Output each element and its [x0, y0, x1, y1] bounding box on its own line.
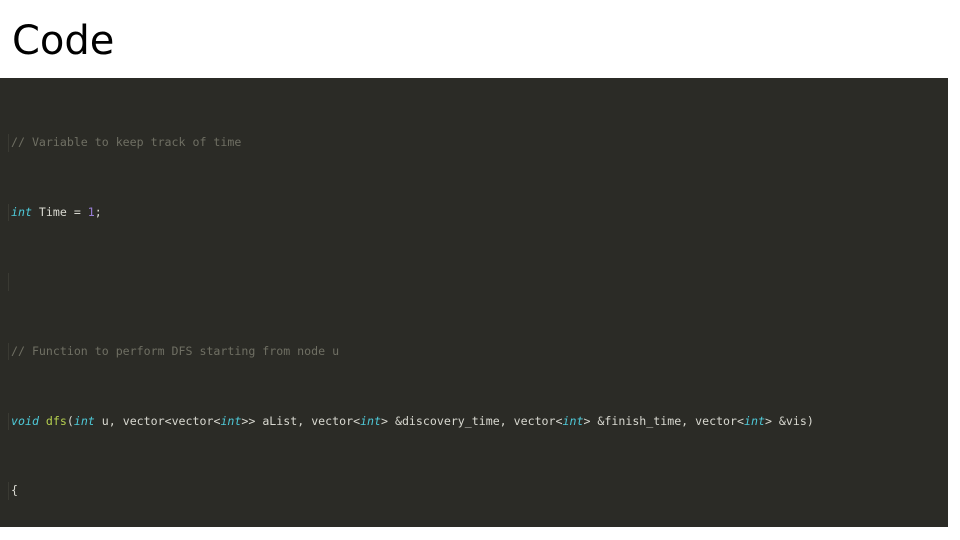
indent-guide — [8, 343, 9, 361]
number-literal: 1 — [87, 204, 95, 219]
slide-canvas: Code // Variable to keep track of time i… — [0, 0, 960, 540]
code-comment: // Variable to keep track of time — [11, 135, 242, 150]
keyword-int: int — [360, 413, 382, 428]
indent-guide — [8, 273, 9, 291]
keyword-int: int — [73, 413, 95, 428]
code-line-blank — [0, 273, 948, 291]
indent-guide — [8, 482, 9, 500]
keyword-int: int — [220, 413, 242, 428]
code-content: // Variable to keep track of time int Ti… — [0, 78, 948, 527]
code-line: void dfs(int u, vector<vector<int>> aLis… — [0, 412, 948, 431]
param-text: > &vis) — [764, 413, 814, 428]
param-text: > &finish_time, vector< — [583, 413, 744, 428]
param-text: u, vector<vector< — [94, 413, 221, 428]
indent-guide — [8, 412, 9, 431]
paren-open: ( — [66, 413, 74, 428]
keyword-int: int — [562, 413, 584, 428]
indent-guide — [8, 134, 9, 152]
indent-guide — [8, 203, 9, 222]
code-line: // Function to perform DFS starting from… — [0, 343, 948, 361]
semicolon: ; — [94, 204, 102, 219]
brace-open: { — [11, 483, 18, 498]
code-comment: // Function to perform DFS starting from… — [11, 344, 340, 359]
param-text: >> aList, vector< — [241, 413, 361, 428]
page-title: Code — [12, 18, 115, 64]
function-name-dfs: dfs — [45, 413, 67, 428]
param-text: > &discovery_time, vector< — [381, 413, 563, 428]
code-line: int Time = 1; — [0, 203, 948, 222]
keyword-void: void — [11, 413, 39, 428]
keyword-int: int — [11, 204, 32, 219]
code-line: // Variable to keep track of time — [0, 134, 948, 152]
keyword-int: int — [744, 413, 765, 428]
identifier-time: Time = — [31, 204, 88, 219]
code-line: { — [0, 482, 948, 500]
code-editor-panel[interactable]: // Variable to keep track of time int Ti… — [0, 78, 948, 527]
